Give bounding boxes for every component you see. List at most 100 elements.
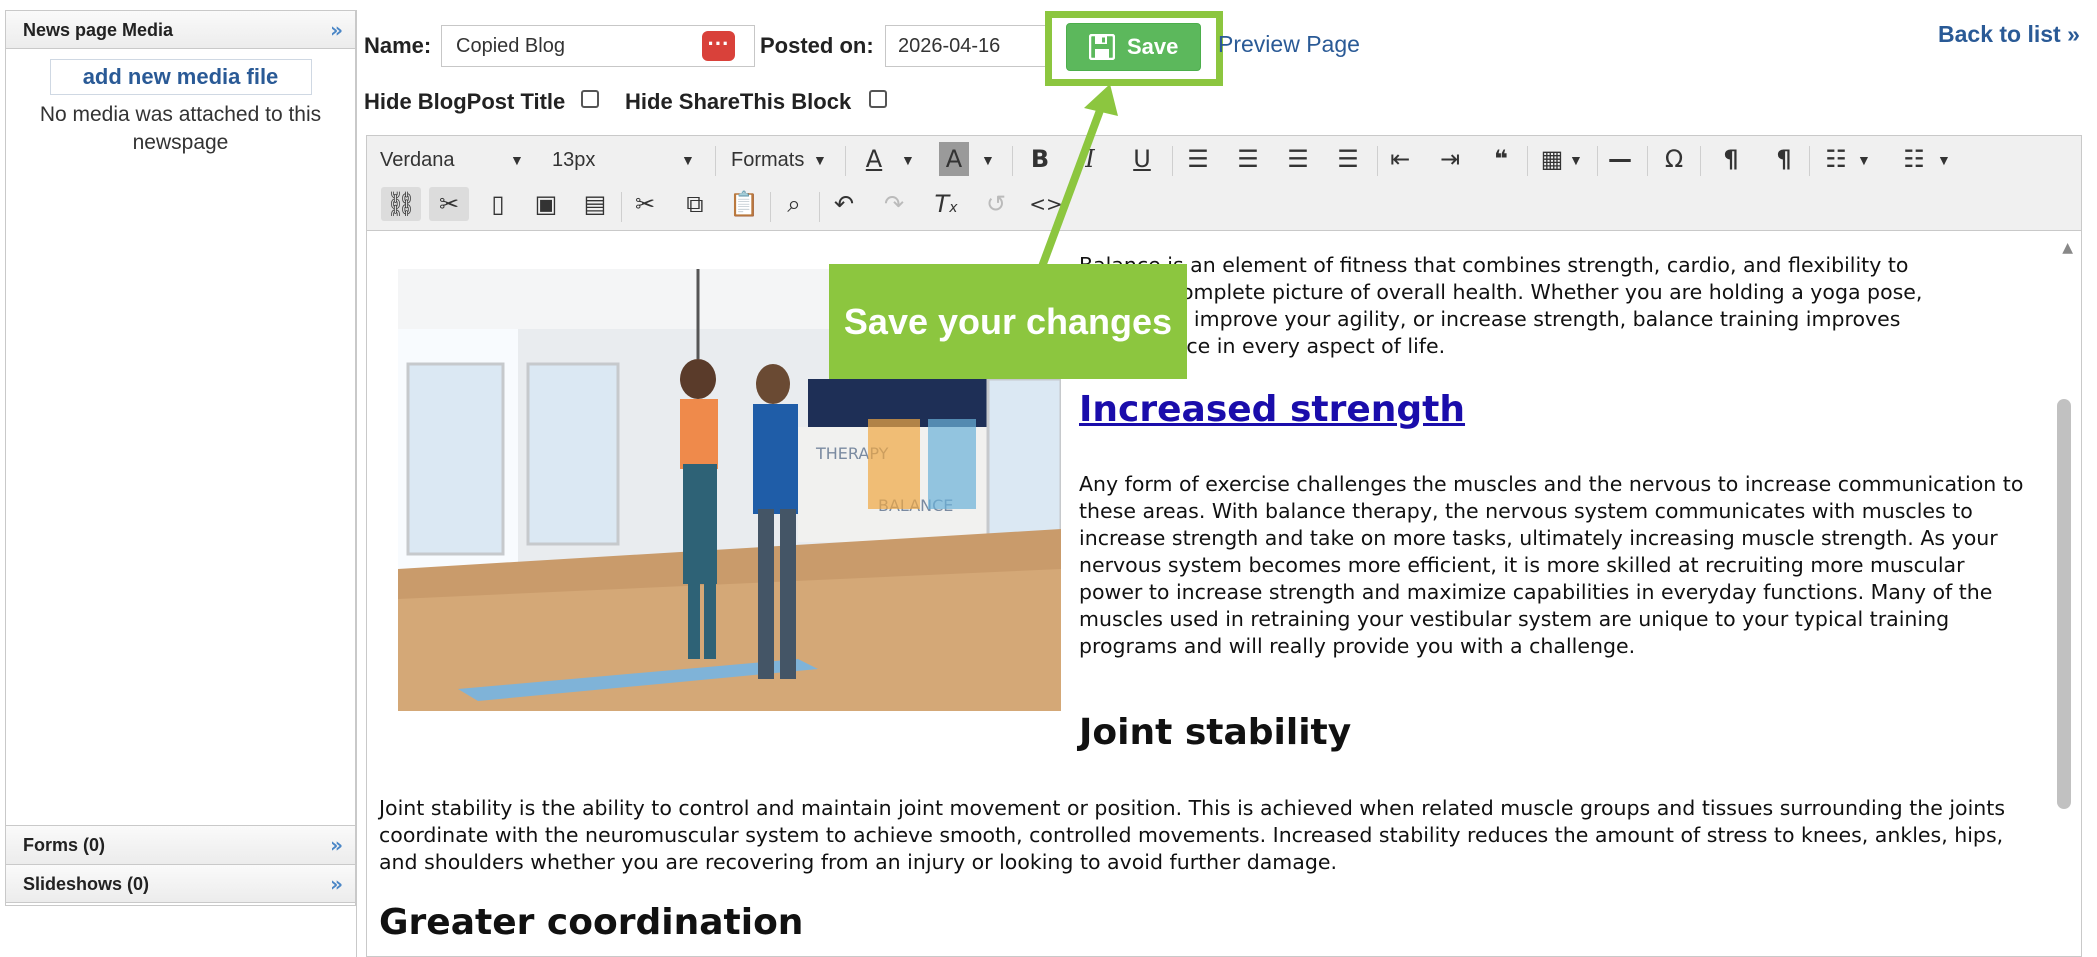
paragraph-increased-strength: Any form of exercise challenges the musc… <box>1079 472 2024 658</box>
toolbar-separator <box>770 192 771 222</box>
chevron-double-down-icon[interactable]: » <box>330 11 343 49</box>
name-label: Name: <box>364 33 432 58</box>
caret-down-icon[interactable]: ▼ <box>813 145 827 175</box>
toolbar-separator <box>621 192 622 222</box>
media-panel-title: News page Media <box>23 20 174 40</box>
unlink-icon[interactable]: ✂ <box>429 187 469 221</box>
formats-label: Formats <box>731 149 805 171</box>
align-center-icon[interactable]: ☰ <box>1231 142 1265 176</box>
media-icon[interactable]: ▤ <box>578 187 612 221</box>
toolbar-separator <box>1012 146 1013 176</box>
table-icon[interactable]: ▦ <box>1535 142 1569 176</box>
undo-icon[interactable]: ↶ <box>827 187 861 221</box>
horizontal-rule-icon[interactable]: — <box>1603 142 1637 176</box>
posted-on-input[interactable]: 2026-04-16 <box>885 25 1060 67</box>
chevron-double-right-icon[interactable]: » <box>330 865 343 903</box>
preview-page-link[interactable]: Preview Page <box>1218 31 1360 58</box>
bullet-list-icon[interactable]: ☷ <box>1819 142 1853 176</box>
floppy-disk-icon <box>1089 34 1115 60</box>
numbered-list-icon[interactable]: ☷ <box>1897 142 1931 176</box>
outdent-icon[interactable]: ⇤ <box>1383 142 1417 176</box>
intro-paragraph: Balance is an element of fitness that co… <box>1079 252 2019 360</box>
posted-on-label: Posted on: <box>760 33 874 58</box>
toolbar-separator <box>819 192 820 222</box>
font-size-select[interactable]: 13px <box>552 145 702 175</box>
intro-line: create a complete picture of overall hea… <box>1079 280 1923 304</box>
font-size-value: 13px <box>552 149 596 171</box>
special-character-icon[interactable]: Ω <box>1657 142 1691 176</box>
link-icon[interactable]: ⛓ <box>381 187 421 221</box>
heading-increased-strength[interactable]: Increased strength <box>1079 389 1465 430</box>
more-options-icon[interactable]: ··· <box>702 31 735 61</box>
blockquote-icon[interactable]: ❝ <box>1484 142 1518 176</box>
caret-down-icon[interactable]: ▼ <box>981 145 995 175</box>
image-icon[interactable]: ▣ <box>529 187 563 221</box>
restore-draft-icon[interactable]: ↺ <box>979 187 1013 221</box>
hide-title-label: Hide BlogPost Title <box>364 89 566 114</box>
font-family-select[interactable]: Verdana <box>380 145 530 175</box>
caret-down-icon[interactable]: ▼ <box>1857 145 1871 175</box>
slideshows-panel-title: Slideshows (0) <box>23 874 150 894</box>
align-left-icon[interactable]: ☰ <box>1181 142 1215 176</box>
save-button[interactable]: Save <box>1066 23 1201 71</box>
clear-formatting-icon[interactable]: Tx <box>929 187 963 221</box>
ltr-paragraph-icon[interactable]: ¶ <box>1714 142 1748 176</box>
save-label: Save <box>1127 34 1179 59</box>
caret-down-icon[interactable]: ▼ <box>1937 145 1951 175</box>
no-media-message: No media was attached to this newspage <box>39 103 322 154</box>
editor-scrollbar-thumb[interactable] <box>2057 399 2071 809</box>
editor-toolbar: Verdana ▼ 13px ▼ Formats ▼ A ▼ A ▼ B I U… <box>367 136 2081 231</box>
cut-icon[interactable]: ✂ <box>628 187 662 221</box>
editor-content[interactable]: THERAPY BALANCE Balance is an element of… <box>367 232 2053 956</box>
toolbar-separator <box>845 146 846 176</box>
indent-icon[interactable]: ⇥ <box>1433 142 1467 176</box>
rtl-paragraph-icon[interactable]: ¶ <box>1767 142 1801 176</box>
intro-line: Balance is an element of fitness that co… <box>1079 253 1909 277</box>
align-right-icon[interactable]: ☰ <box>1281 142 1315 176</box>
caret-down-icon[interactable]: ▼ <box>1569 145 1583 175</box>
back-to-list-link[interactable]: Back to list » <box>1938 21 2080 48</box>
hide-sharethis-label: Hide ShareThis Block <box>625 89 852 114</box>
slideshows-panel-header[interactable]: Slideshows (0) » <box>6 864 355 903</box>
caret-down-icon[interactable]: ▼ <box>510 145 524 175</box>
redo-icon[interactable]: ↷ <box>877 187 911 221</box>
text-color-icon[interactable]: A <box>859 142 889 176</box>
caret-down-icon[interactable]: ▼ <box>901 145 915 175</box>
scroll-up-arrow-icon[interactable]: ▲ <box>2062 240 2073 256</box>
add-media-button[interactable]: add new media file <box>49 59 312 95</box>
align-justify-icon[interactable]: ☰ <box>1331 142 1365 176</box>
bold-icon[interactable]: B <box>1023 142 1057 176</box>
paragraph-joint-stability: Joint stability is the ability to contro… <box>379 796 2006 874</box>
paste-icon[interactable]: 📋 <box>727 187 761 221</box>
heading-joint-stability: Joint stability <box>1079 712 1352 753</box>
toolbar-separator <box>1172 146 1173 176</box>
font-family-value: Verdana <box>380 149 455 171</box>
intro-line: working to improve your agility, or incr… <box>1079 307 1901 331</box>
toolbar-separator <box>1809 146 1810 176</box>
italic-icon[interactable]: I <box>1073 142 1107 176</box>
copy-icon[interactable]: ⧉ <box>678 187 712 221</box>
forms-panel-title: Forms (0) <box>23 835 106 855</box>
toolbar-separator <box>1377 146 1378 176</box>
heading-greater-coordination: Greater coordination <box>379 902 804 943</box>
toolbar-separator <box>715 146 716 176</box>
sidebar-divider <box>356 10 357 957</box>
bookmark-icon[interactable]: ▯ <box>481 187 515 221</box>
intro-line: performance in every aspect of life. <box>1079 334 1446 358</box>
chevron-double-right-icon[interactable]: » <box>330 826 343 864</box>
rich-text-editor: Verdana ▼ 13px ▼ Formats ▼ A ▼ A ▼ B I U… <box>366 135 2082 957</box>
toolbar-separator <box>1647 146 1648 176</box>
toolbar-separator <box>1700 146 1701 176</box>
toolbar-separator <box>1597 146 1598 176</box>
hide-title-checkbox[interactable] <box>581 90 599 108</box>
source-code-icon[interactable]: <> <box>1029 187 1063 221</box>
caret-down-icon[interactable]: ▼ <box>681 145 695 175</box>
underline-icon[interactable]: U <box>1125 142 1159 176</box>
find-replace-icon[interactable]: ⌕ <box>777 187 811 221</box>
hide-sharethis-checkbox[interactable] <box>869 90 887 108</box>
save-callout: Save your changes <box>829 264 1187 379</box>
media-panel-header[interactable]: News page Media » <box>6 11 355 49</box>
forms-panel-header[interactable]: Forms (0) » <box>6 825 355 864</box>
media-sidebar: News page Media » add new media file No … <box>5 10 356 906</box>
background-color-icon[interactable]: A <box>939 142 969 176</box>
